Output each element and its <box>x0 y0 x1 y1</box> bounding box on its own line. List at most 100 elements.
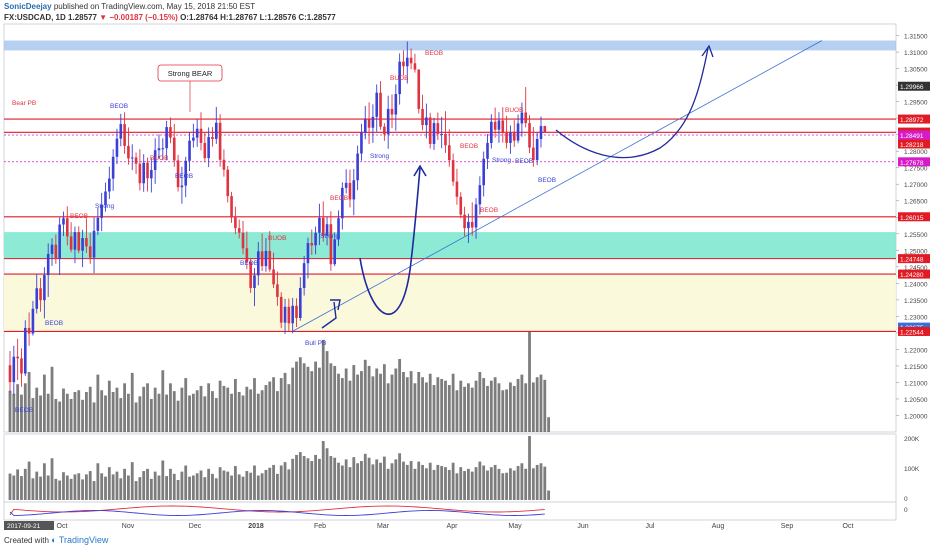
volume-pane-bar <box>81 479 84 500</box>
volume-pane-bar <box>382 456 386 500</box>
candle-body <box>230 196 233 218</box>
candle-body <box>165 127 168 149</box>
volume-pane-bar <box>62 472 65 500</box>
candle-body <box>493 121 497 130</box>
volume-bar <box>81 399 84 432</box>
candle-body <box>62 218 65 225</box>
volume-bar <box>180 387 184 432</box>
volume-pane-bar <box>424 468 428 500</box>
x-tick-label: Oct <box>843 523 854 530</box>
candle-body <box>276 284 279 297</box>
candle-body <box>96 217 100 231</box>
candle-body <box>363 119 367 133</box>
volume-pane-bar <box>50 458 54 500</box>
candle-body <box>169 127 172 138</box>
volume-bar <box>264 385 268 432</box>
volume-pane-bar <box>138 477 142 500</box>
chart-canvas[interactable]: 1.20000 1.20500 1.21000 1.21500 1.22000 1.225… <box>0 0 932 550</box>
volume-pane-bar <box>539 463 543 500</box>
volume-pane-bar <box>371 464 375 500</box>
y-tick-label: 1.27000 <box>904 182 928 189</box>
candle-body <box>482 158 485 186</box>
candle-body <box>528 123 531 148</box>
candle-body <box>386 108 390 135</box>
y-tick-label: 1.31500 <box>904 34 928 41</box>
volume-bar <box>302 363 306 432</box>
volume-pane-bar <box>509 468 512 500</box>
x-tick-label: Dec <box>189 523 202 530</box>
volume-bar <box>169 383 172 432</box>
volume-pane-bar <box>119 478 123 500</box>
volume-pane-bar <box>123 468 126 500</box>
volume-bar <box>478 372 482 432</box>
volume-bar <box>363 359 367 432</box>
candle-body <box>405 57 409 67</box>
volume-pane-bar <box>211 473 214 500</box>
y-tick-label: 1.26500 <box>904 199 928 206</box>
volume-bar <box>509 382 512 432</box>
volume-bar <box>390 374 394 432</box>
volume-pane-bar <box>348 467 352 500</box>
volume-bar <box>497 383 501 432</box>
volume-bar <box>386 383 390 432</box>
volume-bar <box>184 378 188 432</box>
candle-body <box>180 185 184 188</box>
candle-body <box>421 108 424 126</box>
volume-bar <box>104 395 107 432</box>
volume-bar <box>153 387 157 432</box>
pattern-label: BUOB <box>505 107 523 114</box>
volume-pane-bar <box>249 472 253 500</box>
candle-body <box>58 224 61 259</box>
volume-pane-bar <box>363 453 367 500</box>
candle-body <box>203 142 207 159</box>
volume-pane-bar <box>356 463 360 500</box>
pattern-label: BEOB <box>515 158 533 165</box>
candle-body <box>161 148 165 150</box>
volume-bar <box>85 392 88 432</box>
candle-body <box>157 148 161 151</box>
volume-bar <box>188 395 191 432</box>
volume-bar <box>520 374 524 432</box>
volume-pane-bar <box>474 467 478 500</box>
volume-pane-bar <box>260 473 264 500</box>
volume-pane-bar <box>230 475 233 500</box>
x-tick-label: Nov <box>122 523 135 530</box>
volume-pane-bar <box>142 471 146 500</box>
volume-bar <box>501 390 505 432</box>
volume-pane-bar <box>268 467 272 500</box>
volume-pane-bar <box>512 470 516 500</box>
volume-pane-bar <box>180 471 184 500</box>
volume-pane-bar <box>146 468 149 500</box>
x-tick-label: Mar <box>377 523 390 530</box>
x-tick-label: May <box>508 523 522 530</box>
candle-body <box>333 239 336 265</box>
volume-bar <box>54 398 58 432</box>
candle-body <box>27 327 31 334</box>
volume-pane-bar <box>535 464 539 500</box>
volume-bar <box>413 383 417 432</box>
volume-pane-bar <box>149 478 153 500</box>
candle-body <box>12 356 16 383</box>
volume-bar <box>451 373 455 432</box>
volume-bar <box>528 332 531 432</box>
volume-pane-bar <box>360 461 363 500</box>
volume-bar <box>306 366 310 432</box>
candle-body <box>409 57 413 64</box>
candle-body <box>295 305 298 319</box>
volume-pane-bar <box>524 468 528 500</box>
pattern-label: BEOB <box>330 195 348 202</box>
volume-pane-bar <box>54 478 58 500</box>
volume-pane-bar <box>16 469 20 500</box>
candle-body <box>222 159 226 170</box>
volume-pane-bar <box>528 436 531 500</box>
candle-body <box>486 142 489 159</box>
volume-bar <box>344 368 348 432</box>
volume-pane-bar <box>298 452 302 500</box>
y-tick-label: 1.23500 <box>904 298 928 305</box>
volume-bar <box>268 381 272 432</box>
candle-body <box>54 244 58 259</box>
candle-body <box>119 124 123 139</box>
volume-pane-bar <box>432 469 436 500</box>
price-label: 1.28972 <box>900 117 924 124</box>
candle-body <box>512 132 516 141</box>
